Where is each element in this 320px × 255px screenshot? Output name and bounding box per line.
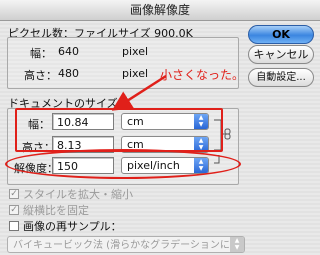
resample-checkbox[interactable] bbox=[9, 221, 19, 231]
window-title: 画像解像度 bbox=[0, 0, 320, 21]
image-size-dialog: 画像解像度 ピクセル数：ファイルサイズ 900.0K 幅： 640 pixel … bbox=[0, 0, 320, 255]
cancel-button[interactable]: キャンセル bbox=[248, 45, 314, 64]
pixel-width-label: 幅： bbox=[30, 47, 52, 60]
annotation-arrow-icon bbox=[111, 74, 167, 111]
auto-button[interactable]: 自動設定... bbox=[248, 68, 314, 87]
annotation-text: 小さくなった。 bbox=[160, 68, 245, 82]
constrain-proportions-label: 縦横比を固定 bbox=[23, 204, 89, 217]
scale-styles-label: スタイルを拡大・縮小 bbox=[23, 188, 133, 201]
constrain-proportions-checkbox[interactable]: ✓ bbox=[9, 205, 19, 215]
pixel-width-unit: pixel bbox=[122, 45, 149, 58]
resample-method-select[interactable]: バイキュービック法 (滑らかなグラデーションに最適) ▲▼ bbox=[7, 236, 245, 253]
annotation-highlight-box bbox=[15, 108, 223, 152]
scale-styles-checkbox[interactable]: ✓ bbox=[9, 189, 19, 199]
pixel-height-value: 480 bbox=[58, 67, 79, 80]
resample-label: 画像の再サンプル： bbox=[23, 220, 122, 233]
annotation-highlight-oval bbox=[5, 149, 241, 179]
pixel-width-value: 640 bbox=[58, 45, 79, 58]
pixel-height-label: 高さ： bbox=[24, 69, 57, 82]
popup-arrows-icon: ▲ ▼ bbox=[230, 237, 244, 252]
resample-method-value: バイキュービック法 (滑らかなグラデーションに最適) bbox=[13, 240, 240, 251]
ok-button[interactable]: OK bbox=[248, 25, 314, 44]
